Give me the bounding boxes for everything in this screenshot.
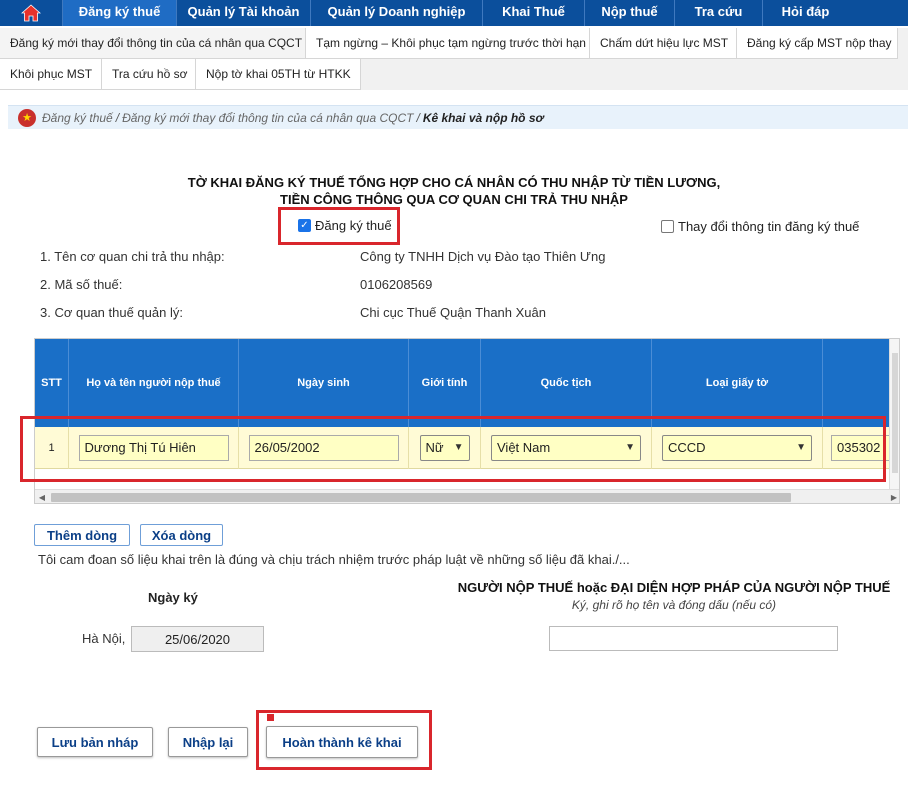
info-label-payer: 1. Tên cơ quan chi trả thu nhập: (40, 249, 225, 264)
nav-item-nop-thue[interactable]: Nộp thuế (584, 0, 674, 26)
sign-date-field: 25/06/2020 (131, 626, 264, 652)
breadcrumb: ★ Đăng ký thuế / Đăng ký mới thay đổi th… (8, 105, 908, 129)
nav-item-khai-thue[interactable]: Khai Thuế (482, 0, 584, 26)
table-header: STT Họ và tên người nộp thuế Ngày sinh G… (35, 339, 899, 427)
nav-item-dang-ky-thue[interactable]: Đăng ký thuế (62, 0, 176, 26)
scroll-left-icon[interactable]: ◀ (35, 490, 49, 503)
sub-tabs-row-2: Khôi phục MST Tra cứu hồ sơ Nộp tờ khai … (0, 59, 361, 90)
horizontal-scrollbar-thumb[interactable] (51, 493, 791, 502)
highlight-box-checkbox (278, 207, 400, 245)
signer-name-input[interactable] (549, 626, 838, 651)
signer-title: NGƯỜI NỘP THUẾ hoặc ĐẠI DIỆN HỢP PHÁP CỦ… (457, 580, 891, 595)
horizontal-scrollbar[interactable]: ◀ ▶ (35, 489, 899, 503)
subtab-tam-ngung[interactable]: Tạm ngừng – Khôi phục tạm ngừng trước th… (306, 28, 590, 59)
highlight-box-finish (256, 710, 432, 770)
breadcrumb-separator: / (115, 110, 120, 125)
col-header-name: Họ và tên người nộp thuế (69, 339, 239, 427)
info-label-tax-office: 3. Cơ quan thuế quản lý: (40, 305, 183, 320)
col-header-nationality: Quốc tịch (481, 339, 652, 427)
sub-tabs: Đăng ký mới thay đổi thông tin của cá nh… (0, 28, 908, 90)
subtab-cham-dut-hieu-luc[interactable]: Chấm dứt hiệu lực MST (590, 28, 737, 59)
col-header-stt: STT (35, 339, 69, 427)
col-header-doc-type: Loại giấy tờ (652, 339, 823, 427)
top-nav: Đăng ký thuế Quản lý Tài khoản Quản lý D… (0, 0, 908, 26)
subtab-khoi-phuc-mst[interactable]: Khôi phục MST (0, 59, 102, 90)
sign-place: Hà Nội, (82, 631, 126, 646)
reset-button[interactable]: Nhập lại (168, 727, 248, 757)
change-info-checkbox[interactable] (661, 220, 674, 233)
signer-subtitle: Ký, ghi rõ họ tên và đóng dấu (nếu có) (571, 598, 777, 612)
subtab-nop-to-khai-05th[interactable]: Nộp tờ khai 05TH từ HTKK (196, 59, 361, 90)
breadcrumb-current: Kê khai và nộp hồ sơ (422, 110, 544, 125)
declaration-text: Tôi cam đoan số liệu khai trên là đúng v… (38, 552, 630, 567)
nav-item-quan-ly-tai-khoan[interactable]: Quản lý Tài khoản (176, 0, 310, 26)
form-title-line-2: TIỀN CÔNG THÔNG QUA CƠ QUAN CHI TRẢ THU … (280, 192, 628, 207)
home-icon (21, 4, 41, 22)
breadcrumb-separator: / (416, 110, 420, 125)
vertical-scrollbar[interactable] (889, 339, 899, 489)
nav-item-quan-ly-doanh-nghiep[interactable]: Quản lý Doanh nghiệp (310, 0, 482, 26)
highlight-box-row (20, 416, 886, 482)
breadcrumb-link-dang-ky-thue[interactable]: Đăng ký thuế (42, 111, 113, 125)
col-header-gender: Giới tính (409, 339, 481, 427)
subtab-dang-ky-cap-mst-nop-thay[interactable]: Đăng ký cấp MST nộp thay (737, 28, 898, 59)
emblem-icon: ★ (18, 108, 36, 127)
nav-item-hoi-dap[interactable]: Hỏi đáp (762, 0, 848, 26)
info-label-tax-code: 2. Mã số thuế: (40, 277, 123, 292)
info-value-tax-office: Chi cục Thuế Quận Thanh Xuân (360, 305, 546, 320)
breadcrumb-link-dang-ky-moi[interactable]: Đăng ký mới thay đổi thông tin của cá nh… (122, 111, 413, 125)
add-row-button[interactable]: Thêm dòng (34, 524, 130, 546)
info-value-payer: Công ty TNHH Dịch vụ Đào tạo Thiên Ưng (360, 249, 606, 264)
subtab-tra-cuu-ho-so[interactable]: Tra cứu hồ sơ (102, 59, 196, 90)
col-header-dob: Ngày sinh (239, 339, 409, 427)
home-button[interactable] (0, 0, 62, 26)
change-info-option[interactable]: Thay đổi thông tin đăng ký thuế (661, 219, 859, 234)
form-title-line-1: TỜ KHAI ĐĂNG KÝ THUẾ TỔNG HỢP CHO CÁ NHÂ… (187, 175, 721, 190)
save-draft-button[interactable]: Lưu bản nháp (37, 727, 153, 757)
info-value-tax-code: 0106208569 (360, 277, 433, 292)
sub-tabs-row-1: Đăng ký mới thay đổi thông tin của cá nh… (0, 28, 898, 59)
vertical-scrollbar-thumb[interactable] (892, 353, 898, 473)
nav-item-tra-cuu[interactable]: Tra cứu (674, 0, 762, 26)
sign-date-label: Ngày ký (148, 590, 198, 605)
delete-row-button[interactable]: Xóa dòng (140, 524, 223, 546)
subtab-dang-ky-moi[interactable]: Đăng ký mới thay đổi thông tin của cá nh… (0, 28, 306, 59)
scroll-right-icon[interactable]: ▶ (887, 490, 899, 503)
change-info-label: Thay đổi thông tin đăng ký thuế (678, 219, 860, 234)
form-title: TỜ KHAI ĐĂNG KÝ THUẾ TỔNG HỢP CHO CÁ NHÂ… (0, 174, 908, 208)
